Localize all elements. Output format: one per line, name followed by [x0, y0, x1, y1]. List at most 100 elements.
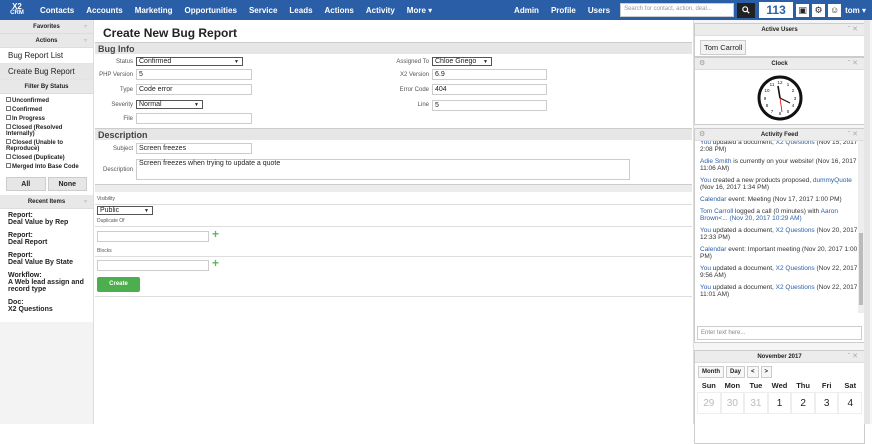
visibility-select[interactable]: Public ▼	[97, 206, 153, 215]
feed-text-input[interactable]: Enter text here...	[697, 326, 862, 340]
description-textarea[interactable]: Screen freezes when trying to update a q…	[136, 159, 630, 180]
x2-version-input[interactable]: 6.9	[432, 69, 547, 80]
blocks-label: Blocks	[95, 246, 692, 257]
notifications-count[interactable]: 113	[759, 2, 794, 18]
left-sidebar: Favorites ▿ Actions ▿ Bug Report List Crea…	[0, 20, 94, 424]
filter-all-button[interactable]: All	[6, 177, 46, 191]
weekday-label: Fri	[821, 381, 832, 390]
filter-merged[interactable]: Merged Into Base Code	[6, 163, 87, 170]
sidebar-item-create-bug-report[interactable]: Create Bug Report	[0, 64, 93, 80]
chevron-down-icon: ▼	[194, 102, 199, 108]
svg-text:10: 10	[764, 88, 770, 93]
checkbox-icon[interactable]	[6, 124, 11, 129]
nav-service[interactable]: Service	[243, 6, 283, 15]
sidebar-item-bug-report-list[interactable]: Bug Report List	[0, 48, 93, 64]
collapse-icon[interactable]: ▿	[84, 195, 87, 209]
calendar-date[interactable]: 30	[720, 392, 745, 414]
clock-header: ⚙ Clock ˉ ✕	[695, 58, 864, 70]
filter-confirmed[interactable]: Confirmed	[6, 106, 87, 113]
filter-none-button[interactable]: None	[47, 177, 87, 191]
close-icon[interactable]: ˉ ✕	[848, 24, 858, 36]
feed-item: You updated a document, X2 Questions (No…	[700, 265, 858, 279]
calendar-day-button[interactable]: Day	[726, 366, 746, 378]
checkbox-icon[interactable]	[6, 106, 11, 111]
duplicate-of-input[interactable]	[97, 231, 209, 242]
status-select[interactable]: Confirmed ▼	[136, 57, 243, 66]
favorites-header[interactable]: Favorites ▿	[0, 20, 93, 34]
recent-item[interactable]: Workflow: A Web lead assign and record ty…	[8, 272, 85, 293]
file-input[interactable]	[136, 113, 252, 124]
nav-contacts[interactable]: Contacts	[34, 6, 80, 15]
recent-item[interactable]: Report: Deal Value By State	[8, 252, 85, 266]
line-input[interactable]: 5	[432, 100, 547, 111]
filter-unconfirmed[interactable]: Unconfirmed	[6, 97, 87, 104]
checkbox-icon[interactable]	[6, 154, 11, 159]
nav-opportunities[interactable]: Opportunities	[178, 6, 242, 15]
collapse-icon[interactable]: ▿	[84, 20, 87, 34]
page-title: Create New Bug Report	[103, 26, 238, 40]
feed-item: You updated a document, X2 Questions (No…	[700, 284, 858, 298]
nav-marketing[interactable]: Marketing	[129, 6, 179, 15]
filter-closed-resolved[interactable]: Closed (Resolved Internally)	[6, 124, 87, 137]
widgets-button[interactable]: ▣	[796, 3, 810, 17]
add-blocks-icon[interactable]: +	[212, 256, 219, 270]
nav-activity[interactable]: Activity	[360, 6, 401, 15]
user-menu[interactable]: tom ▾	[841, 6, 872, 15]
create-button[interactable]: Create	[97, 277, 140, 292]
checkbox-icon[interactable]	[6, 115, 11, 120]
recent-items-header[interactable]: Recent Items ▿	[0, 195, 93, 209]
nav-more[interactable]: More ▾	[401, 6, 438, 15]
active-user-tag[interactable]: Tom Carroll	[700, 40, 747, 55]
nav-users[interactable]: Users	[582, 6, 616, 15]
gear-icon[interactable]: ⚙	[699, 129, 705, 141]
assigned-to-select[interactable]: Chloe Griego ▼	[432, 57, 492, 66]
calendar-prev-button[interactable]: <	[747, 366, 759, 378]
checkbox-icon[interactable]	[6, 139, 11, 144]
calendar-date[interactable]: 31	[744, 392, 768, 414]
checkbox-icon[interactable]	[6, 163, 11, 168]
php-version-input[interactable]: 5	[136, 69, 252, 80]
subject-input[interactable]: Screen freezes	[136, 143, 252, 154]
page-scrollbar[interactable]	[864, 20, 870, 424]
filter-label: Closed (Duplicate)	[12, 155, 65, 161]
search-input[interactable]: Search for contact, action, deal...	[620, 3, 735, 17]
x2crm-logo[interactable]: X2 CRM	[0, 0, 34, 20]
feed-scrollbar-thumb[interactable]	[859, 233, 863, 305]
calendar-date[interactable]: 4	[838, 392, 863, 414]
filter-label: Merged Into Base Code	[12, 164, 79, 170]
type-input[interactable]: Code error	[136, 84, 252, 95]
close-icon[interactable]: ˉ ✕	[848, 351, 858, 363]
add-duplicate-icon[interactable]: +	[212, 227, 219, 241]
recent-item[interactable]: Report: Deal Value by Rep	[8, 212, 85, 226]
error-code-input[interactable]: 404	[432, 84, 547, 95]
calendar-date[interactable]: 2	[791, 392, 815, 414]
calendar-date[interactable]: 29	[697, 392, 721, 414]
avatar[interactable]: ☺	[828, 3, 842, 17]
checkbox-icon[interactable]	[6, 97, 11, 102]
actions-header[interactable]: Actions ▿	[0, 34, 93, 48]
filter-closed-duplicate[interactable]: Closed (Duplicate)	[6, 154, 87, 161]
filter-closed-unable[interactable]: Closed (Unable to Reproduce)	[6, 139, 87, 152]
close-icon[interactable]: ˉ ✕	[848, 129, 858, 141]
recent-item[interactable]: Doc: X2 Questions	[8, 299, 85, 313]
calendar-date[interactable]: 1	[767, 392, 792, 414]
blocks-input[interactable]	[97, 260, 209, 271]
recent-item[interactable]: Report: Deal Report	[8, 232, 85, 246]
gear-icon[interactable]: ⚙	[699, 58, 705, 70]
nav-admin[interactable]: Admin	[508, 6, 545, 15]
nav-accounts[interactable]: Accounts	[80, 6, 128, 15]
severity-select[interactable]: Normal ▼	[136, 100, 203, 109]
nav-leads[interactable]: Leads	[283, 6, 318, 15]
settings-button[interactable]: ⚙	[812, 3, 826, 17]
nav-profile[interactable]: Profile	[545, 6, 582, 15]
search-button[interactable]	[737, 2, 756, 18]
filter-in-progress[interactable]: In Progress	[6, 115, 87, 122]
close-icon[interactable]: ˉ ✕	[848, 58, 858, 70]
filter-header: Filter By Status	[0, 80, 93, 94]
nav-actions[interactable]: Actions	[319, 6, 360, 15]
calendar-date[interactable]: 3	[814, 392, 839, 414]
weekday-label: Thu	[796, 381, 810, 390]
collapse-icon[interactable]: ▿	[84, 34, 87, 48]
calendar-next-button[interactable]: >	[760, 366, 773, 378]
calendar-month-button[interactable]: Month	[698, 366, 724, 378]
